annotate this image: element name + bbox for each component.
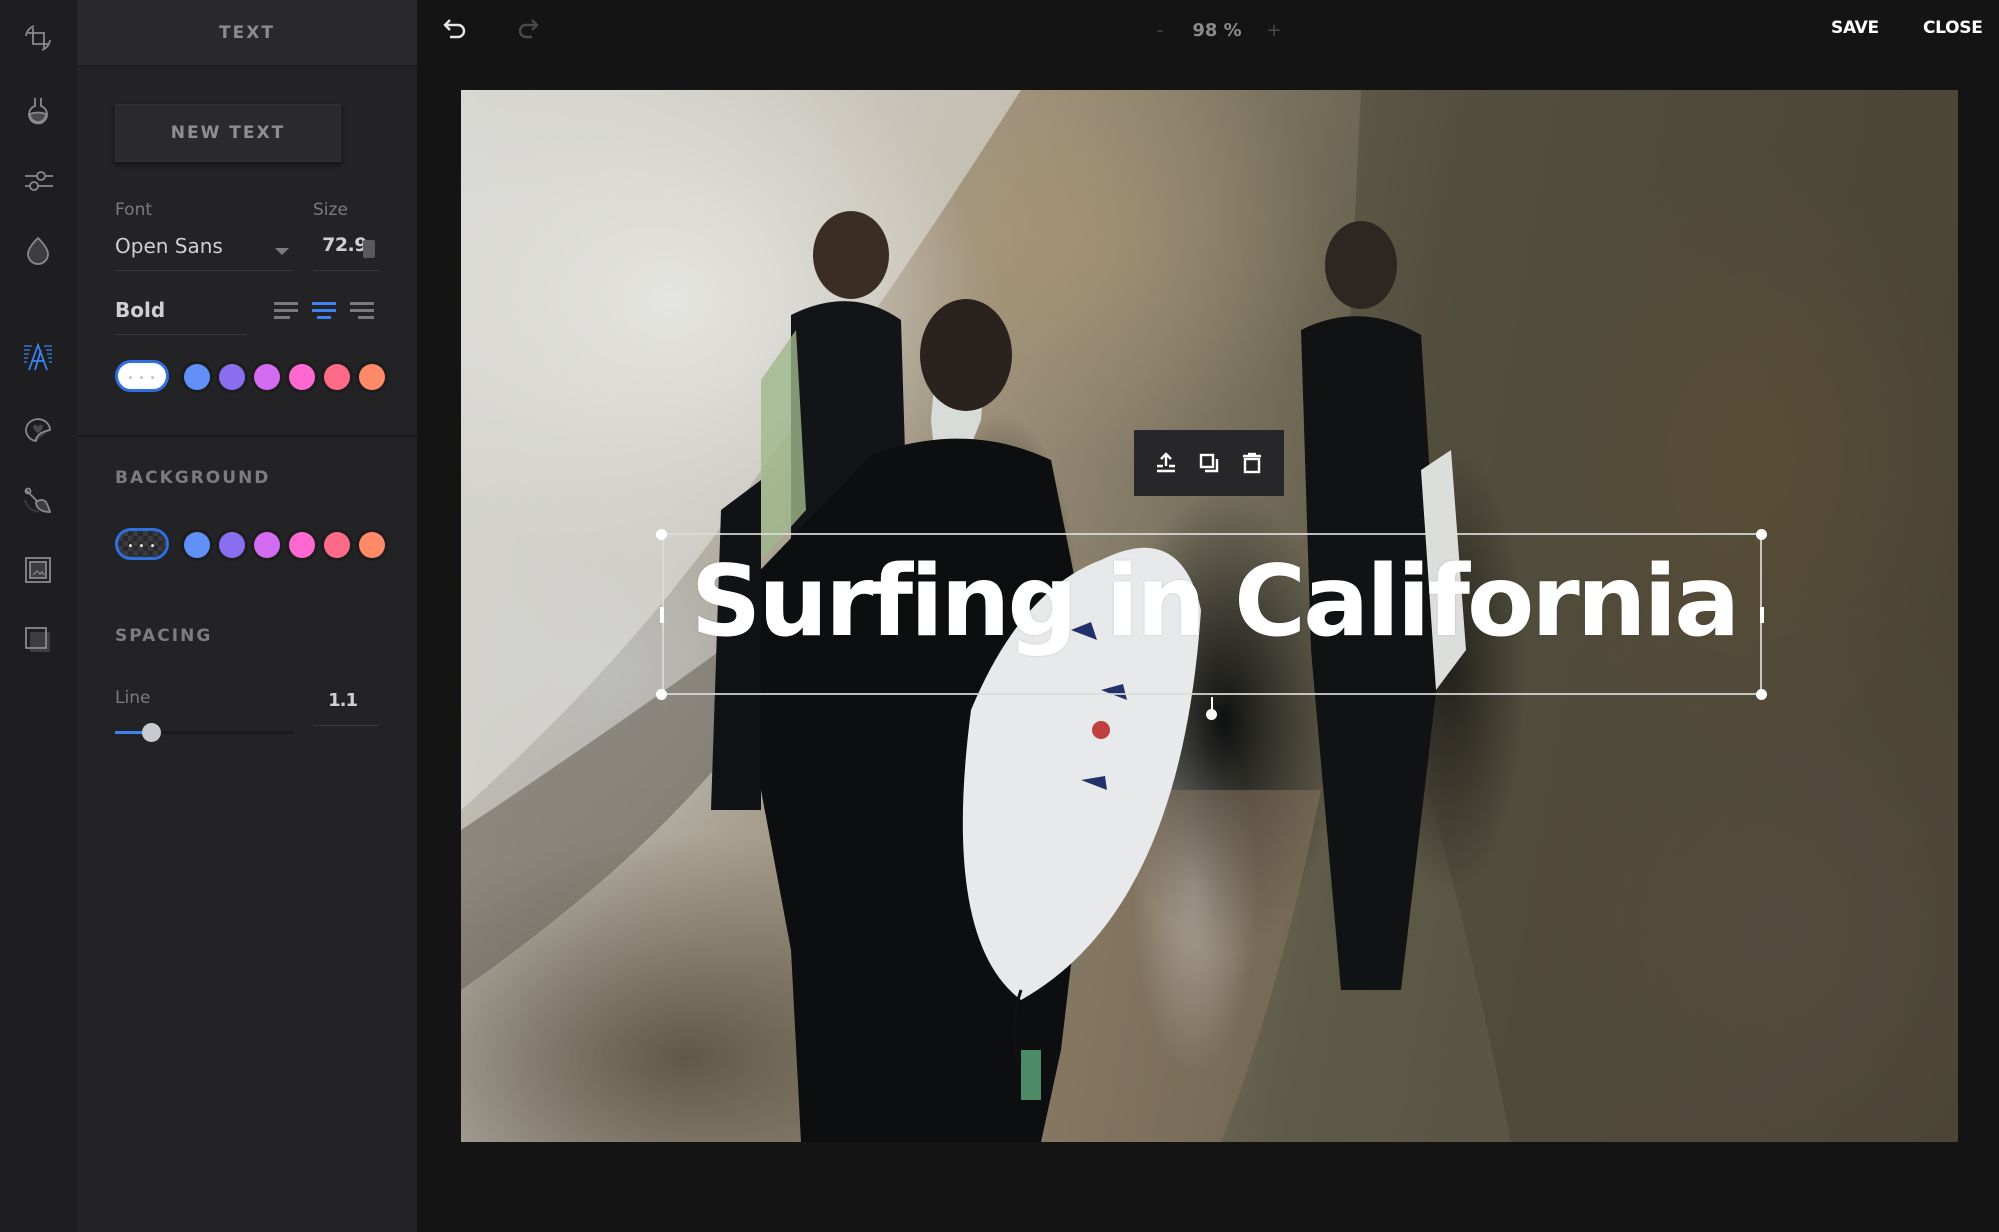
- text-panel: TEXT NEW TEXT Font Size Open Sans 72.9 B…: [77, 0, 417, 1232]
- text-color-swatch[interactable]: [219, 364, 245, 390]
- size-drag-handle[interactable]: [363, 240, 375, 258]
- rail-item-focus[interactable]: [18, 230, 58, 270]
- sliders-icon: [25, 171, 53, 191]
- background-color-selected-transparent[interactable]: • • •: [115, 528, 169, 560]
- object-toolbar: [1134, 430, 1284, 496]
- align-center-icon: [312, 302, 336, 305]
- section-divider: [77, 435, 417, 437]
- font-weight-value: Bold: [115, 298, 166, 322]
- slider-thumb[interactable]: [141, 723, 161, 742]
- spacing-title: SPACING: [115, 626, 213, 646]
- size-value: 72.9: [322, 234, 367, 256]
- resize-handle-bottom-right[interactable]: [1756, 689, 1767, 700]
- redo-button[interactable]: [509, 12, 545, 48]
- line-spacing-label: Line: [115, 688, 151, 708]
- rail-item-text[interactable]: [18, 338, 58, 378]
- align-right-icon: [350, 302, 374, 305]
- rail-item-sticker[interactable]: [18, 410, 58, 450]
- zoom-in-button[interactable]: +: [1266, 20, 1282, 41]
- bring-to-front-icon: [1156, 452, 1175, 473]
- close-button[interactable]: CLOSE: [1923, 18, 1983, 38]
- redo-icon: [518, 19, 539, 39]
- brush-icon: [24, 487, 52, 513]
- rail-item-filter[interactable]: [18, 90, 58, 130]
- crop-rotate-icon: [25, 25, 51, 51]
- text-color-swatches: • • •: [115, 360, 415, 396]
- text-color-swatch[interactable]: [359, 364, 385, 390]
- photo-editor: TEXT NEW TEXT Font Size Open Sans 72.9 B…: [0, 0, 1999, 1232]
- save-button[interactable]: SAVE: [1831, 18, 1879, 38]
- line-spacing-slider[interactable]: [115, 722, 293, 742]
- background-color-swatches: • • •: [115, 528, 415, 564]
- text-object[interactable]: Surfing in California: [662, 533, 1762, 695]
- align-left-button[interactable]: [274, 300, 302, 324]
- zoom-out-button[interactable]: -: [1152, 20, 1168, 41]
- resize-handle-top-right[interactable]: [1756, 529, 1767, 540]
- line-spacing-input[interactable]: 1.1: [313, 684, 379, 724]
- background-color-swatch[interactable]: [184, 532, 210, 558]
- line-underline: [313, 725, 379, 726]
- panel-title: TEXT: [219, 22, 275, 43]
- duplicate-icon: [1199, 453, 1219, 473]
- delete-button[interactable]: [1234, 445, 1270, 481]
- font-select[interactable]: Open Sans: [115, 230, 293, 270]
- new-text-button[interactable]: NEW TEXT: [115, 104, 341, 162]
- weight-underline: [115, 334, 247, 335]
- background-color-swatch[interactable]: [289, 532, 315, 558]
- zoom-control: - 98 % +: [1152, 16, 1282, 44]
- chevron-down-icon: [275, 248, 289, 255]
- font-label: Font: [115, 200, 153, 220]
- align-center-button[interactable]: [312, 300, 340, 324]
- text-icon: [24, 342, 52, 371]
- undo-icon: [443, 19, 466, 39]
- background-color-swatch[interactable]: [219, 532, 245, 558]
- rail-item-overlay[interactable]: [18, 620, 58, 660]
- text-color-swatch[interactable]: [184, 364, 210, 390]
- text-color-swatch[interactable]: [289, 364, 315, 390]
- line-spacing-value: 1.1: [328, 690, 358, 711]
- background-color-swatch[interactable]: [254, 532, 280, 558]
- resize-handle-bottom-left[interactable]: [656, 689, 667, 700]
- canvas-text[interactable]: Surfing in California: [674, 553, 1754, 651]
- size-label: Size: [313, 200, 348, 220]
- trash-icon: [1243, 452, 1262, 474]
- background-color-swatch[interactable]: [359, 532, 385, 558]
- font-value: Open Sans: [115, 234, 223, 258]
- rail-item-frame[interactable]: [18, 550, 58, 590]
- background-color-swatch[interactable]: [324, 532, 350, 558]
- panel-header: TEXT: [77, 0, 417, 66]
- duplicate-button[interactable]: [1191, 445, 1227, 481]
- rail-item-crop[interactable]: [18, 18, 58, 58]
- overlay-icon: [25, 627, 50, 652]
- text-color-swatch[interactable]: [324, 364, 350, 390]
- drop-icon: [27, 236, 49, 265]
- size-input[interactable]: 72.9: [313, 230, 379, 270]
- align-left-icon: [274, 302, 298, 305]
- resize-handle-right[interactable]: [1760, 607, 1764, 623]
- resize-handle-left[interactable]: [660, 607, 664, 623]
- align-right-button[interactable]: [350, 300, 378, 324]
- undo-button[interactable]: [437, 12, 473, 48]
- font-weight-select[interactable]: Bold: [115, 296, 247, 336]
- background-title: BACKGROUND: [115, 468, 271, 488]
- rail-item-brush[interactable]: [18, 480, 58, 520]
- frame-icon: [25, 557, 51, 583]
- rail-item-adjust[interactable]: [18, 160, 58, 200]
- text-color-selected-white[interactable]: • • •: [115, 360, 169, 392]
- font-underline: [115, 270, 293, 271]
- zoom-level: 98 %: [1192, 19, 1242, 41]
- size-underline: [313, 270, 379, 271]
- bring-to-front-button[interactable]: [1148, 445, 1184, 481]
- flask-icon: [28, 98, 48, 125]
- resize-handle-top-left[interactable]: [656, 529, 667, 540]
- rotate-handle-stem: [1211, 697, 1213, 715]
- tool-rail: [0, 0, 77, 1232]
- text-color-swatch[interactable]: [254, 364, 280, 390]
- sticker-icon: [25, 418, 51, 443]
